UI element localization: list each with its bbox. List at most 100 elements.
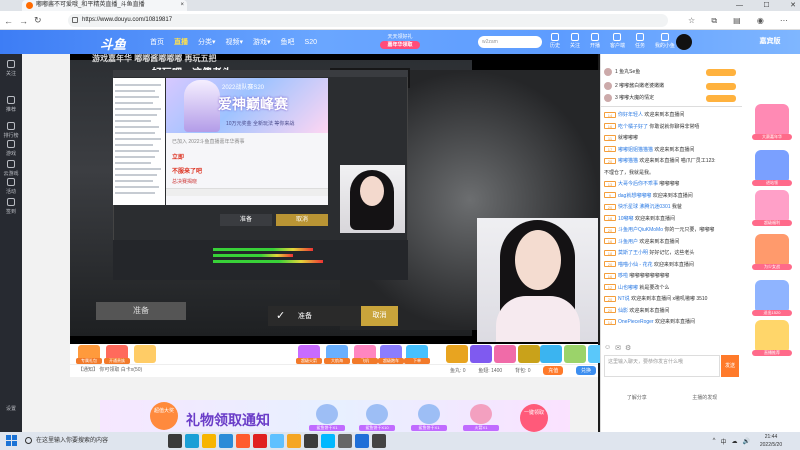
douyu-logo[interactable]: 斗鱼: [100, 34, 126, 53]
emoji-icon[interactable]: ☺: [604, 344, 611, 351]
my-fish-button[interactable]: 我的小鱼: [655, 33, 675, 53]
sidebar-item-cloudgame[interactable]: 云游戏: [0, 160, 22, 177]
corner-badge[interactable]: 嘉宾版: [740, 30, 800, 54]
chat-username[interactable]: 10嘟嘟: [618, 216, 634, 222]
taskbar-app-icon[interactable]: [355, 434, 369, 448]
taskbar-app-icon[interactable]: [202, 434, 216, 448]
side-widget[interactable]: [755, 234, 789, 268]
profile-icon[interactable]: ◉: [757, 16, 764, 25]
gift-item[interactable]: [564, 345, 586, 363]
taskbar-search[interactable]: 在这里输入你要搜索的内容: [22, 433, 162, 449]
taskbar-app-icon[interactable]: [219, 434, 233, 448]
taskbar-app-icon[interactable]: [287, 434, 301, 448]
taskbar-app-icon[interactable]: [321, 434, 335, 448]
exchange-button[interactable]: 兑换: [575, 366, 596, 375]
gift-item[interactable]: [518, 345, 540, 363]
chat-username[interactable]: 斗鱼用户QiuKMoMo: [618, 227, 663, 233]
ime-icon[interactable]: 中: [721, 437, 727, 446]
sidebar-item-activity[interactable]: 活动: [0, 178, 22, 195]
chat-username[interactable]: 仙影: [618, 308, 628, 314]
sidebar-item-game[interactable]: 游戏: [0, 140, 22, 157]
side-widget[interactable]: [755, 150, 789, 184]
sidebar-item-rank[interactable]: 排行榜: [0, 122, 22, 139]
taskbar-app-icon[interactable]: [185, 434, 199, 448]
nav-video[interactable]: 视频▾: [226, 37, 244, 47]
url-input[interactable]: https://www.douyu.com/10819817: [68, 14, 668, 27]
taskbar-app-icon[interactable]: [168, 434, 182, 448]
chat-username[interactable]: NT说: [618, 296, 630, 302]
site-search-input[interactable]: w2zam: [478, 36, 542, 48]
chat-username[interactable]: 吃个橘子好了: [618, 124, 648, 130]
chat-input[interactable]: 这里输入聊天，要恭你发言什么哦: [604, 355, 720, 377]
history-button[interactable]: 历史: [550, 33, 560, 53]
rank-item[interactable]: 3 嘟嘟大魔的情定: [604, 92, 740, 105]
follow-button[interactable]: 关注: [570, 33, 580, 53]
star-icon[interactable]: ☆: [688, 16, 695, 25]
tasks-button[interactable]: 任务: [635, 33, 645, 53]
send-button[interactable]: 发送: [721, 355, 739, 377]
side-widget[interactable]: [755, 190, 789, 224]
chat-username[interactable]: 莫斯了王小明: [618, 250, 648, 256]
header-promo[interactable]: 天天领好礼 嘉年华领取: [380, 33, 420, 51]
back-button[interactable]: ←: [4, 16, 13, 26]
chat-username[interactable]: 嘟嘟猫猫: [618, 158, 638, 164]
taskbar-app-icon[interactable]: [372, 434, 386, 448]
collect-all-button[interactable]: 一键领取: [520, 404, 548, 432]
chat-username[interactable]: OnePieceRoger: [618, 319, 654, 325]
side-widget[interactable]: [755, 280, 789, 314]
side-widget[interactable]: [755, 104, 789, 138]
nav-live[interactable]: 直播: [174, 37, 188, 47]
chat-username[interactable]: 喵喵小仙 - 花花: [618, 262, 652, 268]
reload-button[interactable]: ↻: [34, 15, 42, 26]
rank-item[interactable]: 1 鱼丸Se鱼: [604, 66, 740, 79]
notice-text[interactable]: 【通知】 你可领取 白卡x(50): [78, 366, 142, 373]
taskbar-app-icon[interactable]: [304, 434, 318, 448]
maximize-button[interactable]: ☐: [763, 0, 769, 11]
cloud-icon[interactable]: ☁: [732, 438, 738, 445]
settings-icon[interactable]: ⚙: [625, 344, 631, 352]
browser-tab[interactable]: 嘟嘟酱不可爱哦_和平精英直播_斗鱼直播 ×: [22, 0, 187, 11]
nav-game[interactable]: 游戏▾: [253, 37, 271, 47]
gift-icon[interactable]: ✉: [615, 344, 621, 352]
chat-username[interactable]: 斗鱼用户: [618, 239, 638, 245]
chat-username[interactable]: 你好年轻人: [618, 112, 643, 118]
taskbar-app-icon[interactable]: [270, 434, 284, 448]
tray-expand-icon[interactable]: ^: [713, 438, 716, 444]
minimize-button[interactable]: —: [736, 0, 743, 11]
side-widget[interactable]: [755, 320, 789, 354]
gift-item[interactable]: [134, 345, 156, 363]
client-button[interactable]: 客户端: [610, 33, 625, 53]
gift-item[interactable]: [494, 345, 516, 363]
chat-username[interactable]: 快乐星球 沸腾沉迷0301: [618, 204, 671, 210]
chat-username[interactable]: 嘟嘟姐姐猫猫猫: [618, 147, 653, 153]
taskbar-app-icon[interactable]: [253, 434, 267, 448]
charge-button[interactable]: 充值: [543, 366, 564, 375]
extensions-icon[interactable]: ⧉: [711, 16, 717, 26]
windows-start-icon[interactable]: [6, 435, 18, 447]
sidebar-item-recommend[interactable]: 推荐: [0, 96, 22, 113]
close-tab-icon[interactable]: ×: [180, 0, 184, 11]
more-icon[interactable]: ⋯: [780, 16, 788, 25]
chat-username[interactable]: 大哥今后你不乖事: [618, 181, 658, 187]
chat-username[interactable]: 山也嘟嘟: [618, 285, 638, 291]
gift-item[interactable]: [470, 345, 492, 363]
taskbar-app-icon[interactable]: [236, 434, 250, 448]
taskbar-app-icon[interactable]: [338, 434, 352, 448]
nav-fishbar[interactable]: 鱼吧: [281, 37, 295, 47]
forward-button[interactable]: →: [19, 16, 28, 26]
chat-username[interactable]: dag就想嘟嘟嘟: [618, 193, 651, 199]
nav-category[interactable]: 分类▾: [198, 37, 216, 47]
backpack[interactable]: 背包: 0: [515, 367, 531, 374]
gift-item[interactable]: [446, 345, 468, 363]
obs-prepare-button[interactable]: 准备: [220, 214, 272, 226]
sidebar-item-follow[interactable]: 关注: [0, 60, 22, 77]
gift-item[interactable]: [540, 345, 562, 363]
collections-icon[interactable]: ▤: [733, 16, 741, 25]
nav-s20[interactable]: S20: [305, 39, 317, 46]
tab-share[interactable]: 了解分享: [627, 394, 647, 404]
close-window-button[interactable]: ✕: [790, 0, 796, 11]
tab-discover[interactable]: 主播的发现: [692, 394, 717, 404]
sidebar-item-checkin[interactable]: 签到: [0, 198, 22, 215]
sidebar-settings[interactable]: 设置: [0, 405, 22, 412]
broadcast-button[interactable]: 开播: [590, 33, 600, 53]
